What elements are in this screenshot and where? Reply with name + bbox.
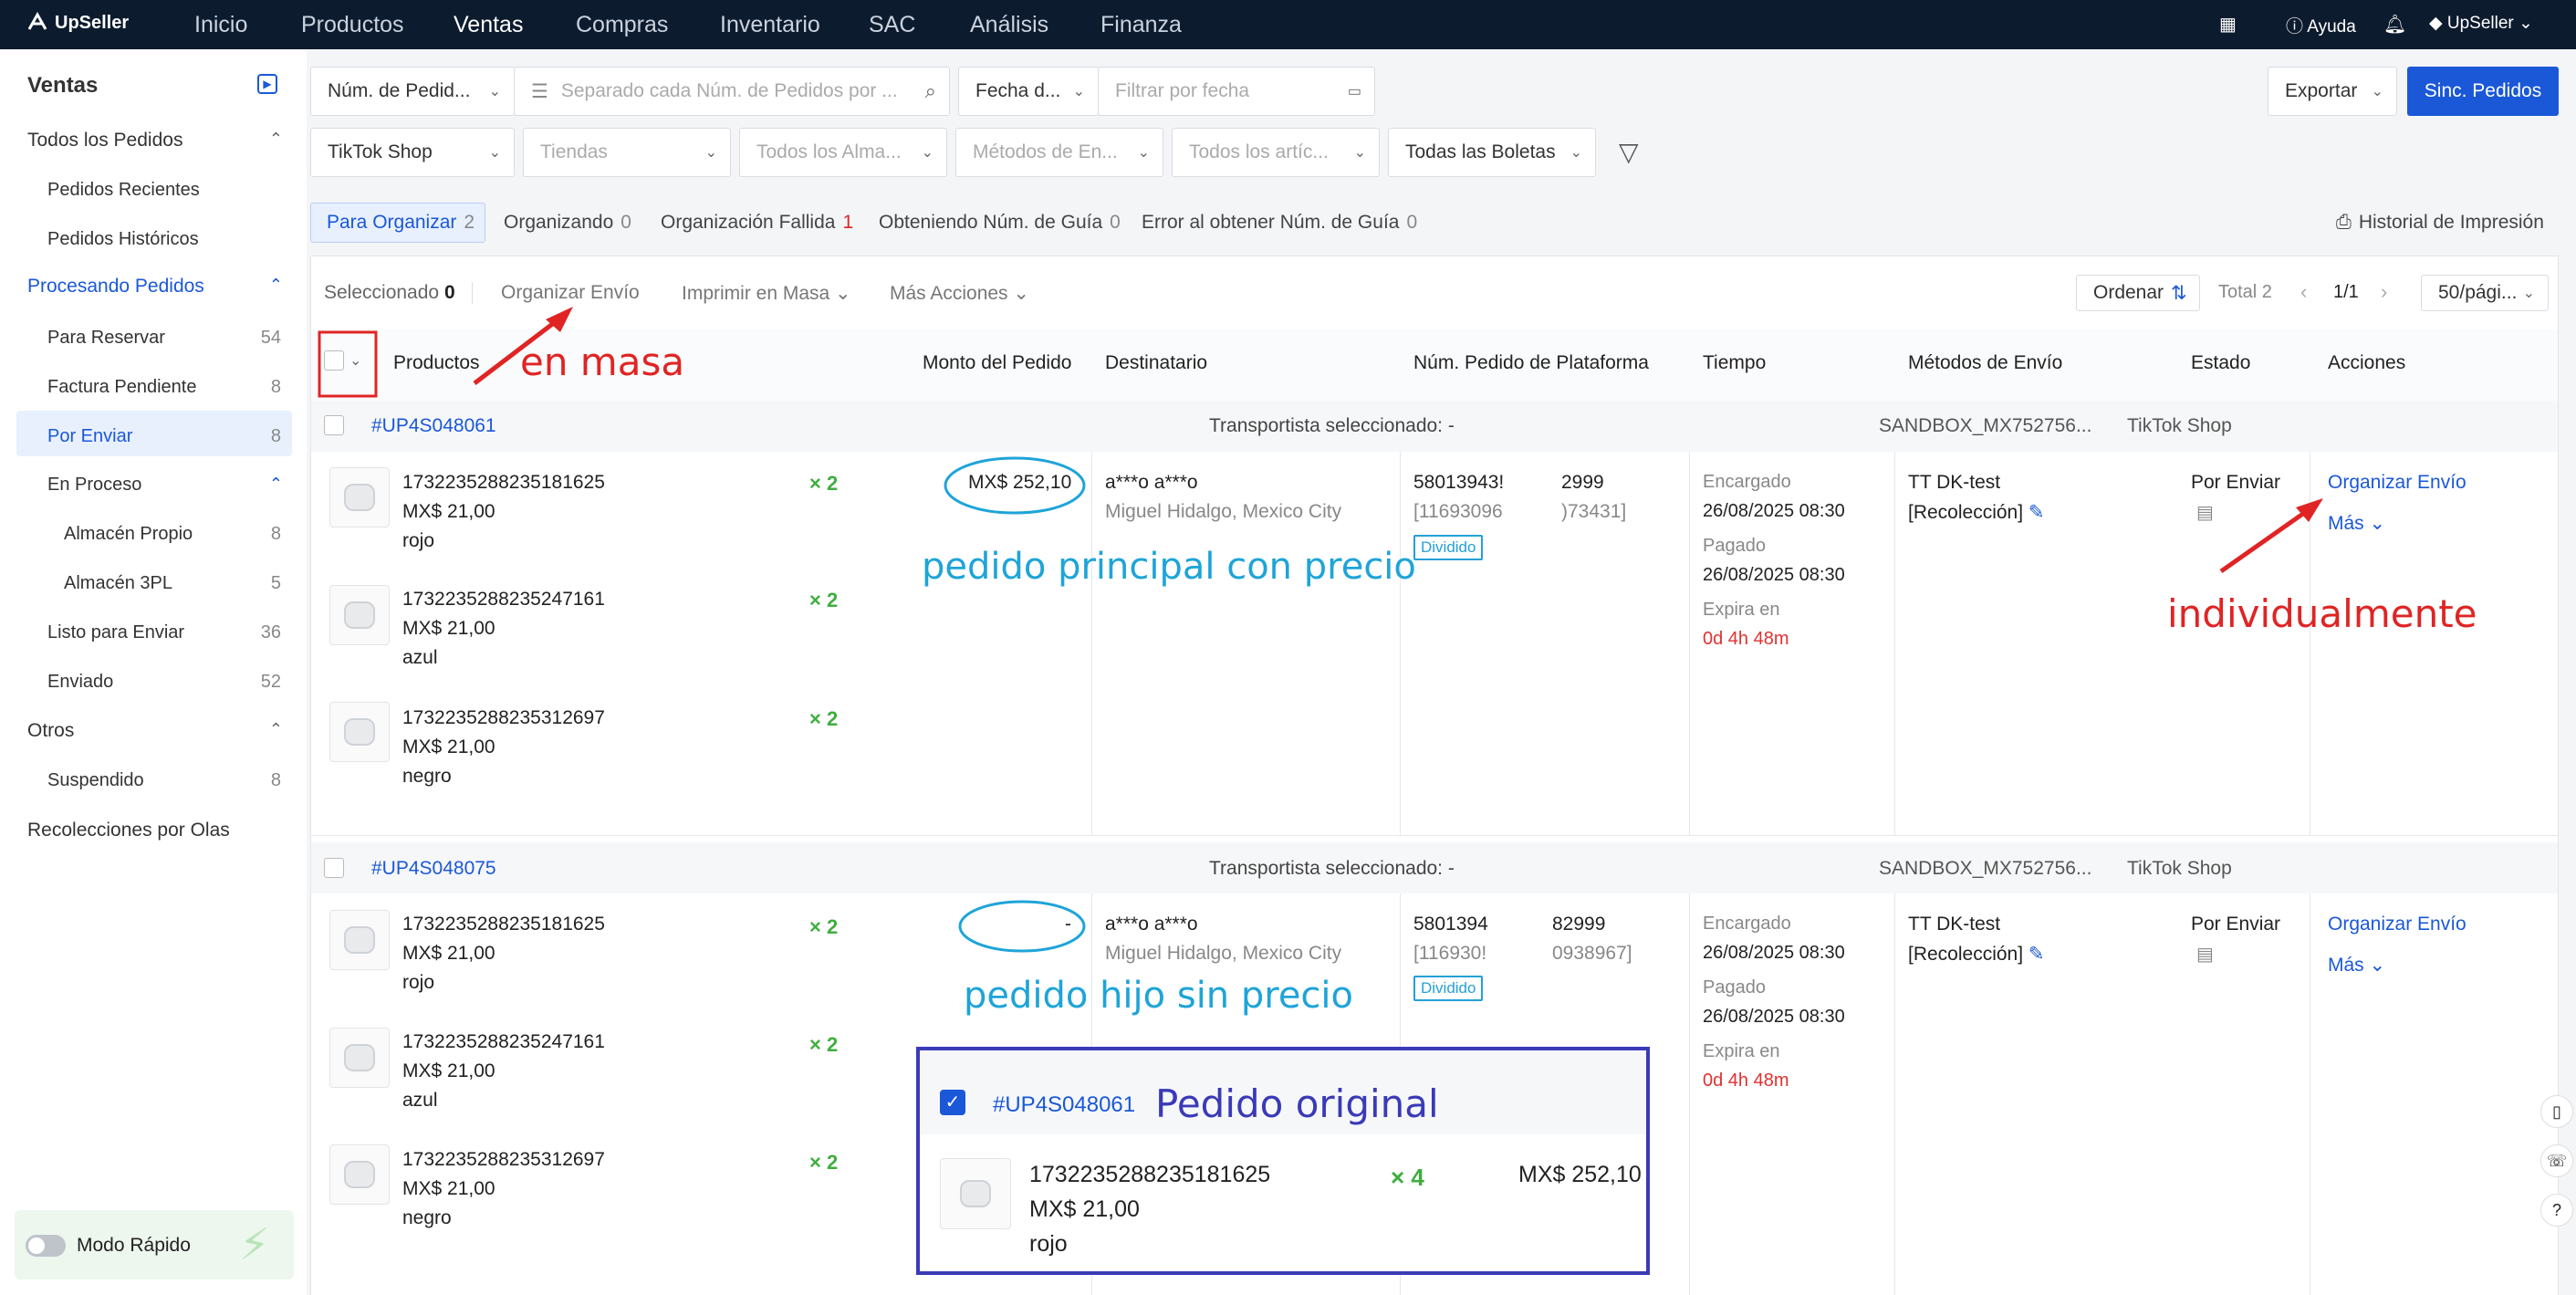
checked-checkbox[interactable]: ✓ — [940, 1090, 965, 1115]
annotation-main-order: pedido principal con precio — [922, 546, 1416, 588]
child-amount-circle — [958, 900, 1086, 953]
product-price: MX$ 21,00 — [1029, 1196, 1140, 1222]
product-variant: rojo — [1029, 1231, 1068, 1257]
product-sku: 1732235288235181625 — [1029, 1162, 1271, 1187]
annotation-bulk: en masa — [520, 339, 685, 384]
callout-title: Pedido original — [1155, 1081, 1439, 1126]
callout-amount: MX$ 252,10 — [1518, 1162, 1642, 1187]
product-qty: × 4 — [1391, 1164, 1424, 1191]
arrow-individual — [2219, 508, 2309, 574]
callout-order-id[interactable]: #UP4S048061 — [993, 1092, 1135, 1118]
select-all-highlight — [318, 330, 378, 398]
annotation-child-order: pedido hijo sin precio — [964, 975, 1354, 1017]
original-order-callout: ✓ #UP4S048061 Pedido original 1732235288… — [916, 1047, 1650, 1275]
product-thumbnail — [940, 1158, 1011, 1229]
main-amount-circle — [944, 456, 1086, 515]
annotation-individual: individualmente — [2167, 591, 2477, 636]
